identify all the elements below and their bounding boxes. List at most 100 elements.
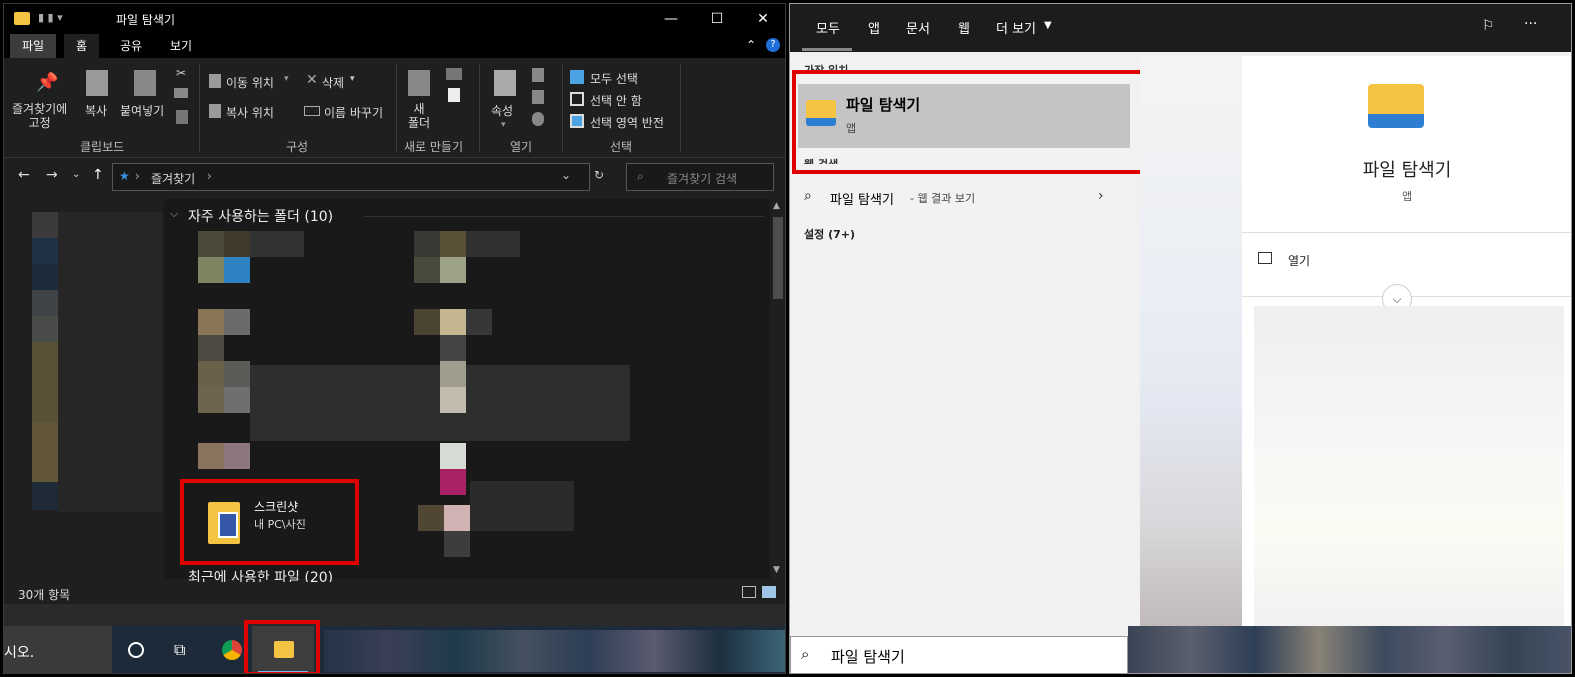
tab-home[interactable]: 홈 xyxy=(64,34,100,58)
taskbar-search-box[interactable]: 시오. xyxy=(4,626,112,673)
folder-thumbnail[interactable] xyxy=(198,231,224,257)
scroll-up-icon[interactable]: ▲ xyxy=(773,201,780,211)
folder-thumbnail[interactable] xyxy=(198,387,224,413)
chevron-up-icon[interactable]: ⌃ xyxy=(746,38,756,52)
web-search-result[interactable]: ⌕ 파일 탐색기 - 웹 결과 보기 › xyxy=(790,184,1138,212)
new-folder-button[interactable]: 새 폴더 xyxy=(408,102,430,130)
close-button[interactable]: ✕ xyxy=(740,4,785,34)
open-icon[interactable] xyxy=(532,68,544,82)
rename-button[interactable]: 이름 바꾸기 xyxy=(324,104,383,121)
folder-thumbnail[interactable] xyxy=(224,231,250,257)
tab-more[interactable]: 더 보기 xyxy=(996,18,1036,37)
folder-thumbnail[interactable] xyxy=(198,309,224,335)
folder-thumbnail[interactable] xyxy=(440,309,466,335)
folder-thumbnail[interactable] xyxy=(440,387,466,413)
more-options-icon[interactable]: ··· xyxy=(1524,16,1537,32)
scrollbar-thumb[interactable] xyxy=(773,217,783,299)
select-none-button[interactable]: 선택 안 함 xyxy=(590,92,642,109)
search-input[interactable]: ⌕ 즐겨찾기 검색 xyxy=(626,163,774,191)
paste-button[interactable]: 붙여넣기 xyxy=(120,102,164,119)
folder-thumbnail[interactable] xyxy=(440,335,466,361)
tab-file[interactable]: 파일 xyxy=(10,34,57,58)
tab-all[interactable]: 모두 xyxy=(816,18,840,37)
folder-thumbnail[interactable] xyxy=(224,443,250,469)
folder-thumbnail[interactable] xyxy=(250,231,304,257)
folder-thumbnail[interactable] xyxy=(224,387,250,413)
select-all-button[interactable]: 모두 선택 xyxy=(590,70,638,87)
copy-button[interactable]: 복사 xyxy=(85,102,107,119)
folder-thumbnail[interactable] xyxy=(224,257,250,283)
search-query[interactable]: 파일 탐색기 xyxy=(831,646,905,667)
nav-item[interactable] xyxy=(32,264,58,290)
quick-access-toolbar[interactable]: ▮ ▮ ▾ xyxy=(38,11,94,27)
pin-to-quick-access-button[interactable]: 즐겨찾기에 고정 xyxy=(12,102,67,130)
tab-apps[interactable]: 앱 xyxy=(868,18,880,37)
tab-share[interactable]: 공유 xyxy=(108,34,154,58)
folder-thumbnail[interactable] xyxy=(414,257,440,283)
cortana-icon[interactable] xyxy=(128,642,144,658)
nav-item[interactable] xyxy=(58,212,162,512)
refresh-icon[interactable]: ↻ xyxy=(594,168,604,182)
title-bar[interactable]: ▮ ▮ ▾ 파일 탐색기 — ☐ ✕ xyxy=(4,4,785,34)
details-view-icon[interactable] xyxy=(742,586,756,598)
chrome-icon[interactable] xyxy=(222,640,242,660)
feedback-icon[interactable]: ⚐ xyxy=(1482,18,1495,34)
content-pane[interactable]: ⌵ 자주 사용하는 폴더 (10) 스크린샷 내 PC\사진 최근에 사용한 파… xyxy=(164,199,785,586)
folder-thumbnail[interactable] xyxy=(444,505,470,531)
folder-thumbnail[interactable] xyxy=(414,309,440,335)
move-to-button[interactable]: 이동 위치 xyxy=(226,74,274,91)
chevron-down-icon[interactable]: ⌵ xyxy=(170,207,178,221)
nav-item[interactable] xyxy=(32,290,58,316)
recent-locations-icon[interactable]: ⌄ xyxy=(72,169,80,180)
folder-thumbnail[interactable] xyxy=(466,231,520,257)
folder-thumbnail[interactable] xyxy=(440,443,466,469)
task-view-icon[interactable]: ⧉ xyxy=(174,640,185,660)
folder-thumbnail[interactable] xyxy=(440,257,466,283)
large-icons-view-icon[interactable] xyxy=(762,586,776,598)
settings-header[interactable]: 설정 (7+) xyxy=(804,226,855,242)
taskbar-pinned-apps[interactable] xyxy=(324,630,785,672)
folder-thumbnail[interactable] xyxy=(418,505,444,531)
nav-item[interactable] xyxy=(32,316,58,342)
folder-thumbnail[interactable] xyxy=(440,469,466,495)
tab-documents[interactable]: 문서 xyxy=(906,18,930,37)
folder-thumbnail[interactable] xyxy=(198,443,224,469)
folder-thumbnail[interactable] xyxy=(414,231,440,257)
nav-item[interactable] xyxy=(32,482,58,510)
chevron-down-icon[interactable]: ⌄ xyxy=(561,168,571,182)
new-item-icon[interactable] xyxy=(446,68,462,80)
properties-button[interactable]: 속성 xyxy=(491,102,513,119)
nav-item[interactable] xyxy=(32,212,58,238)
copy-path-icon[interactable] xyxy=(174,88,188,98)
tab-view[interactable]: 보기 xyxy=(158,34,204,58)
folder-thumbnail[interactable] xyxy=(224,361,250,387)
section-header-frequent[interactable]: 자주 사용하는 폴더 (10) xyxy=(188,206,333,226)
search-box[interactable]: ⌕ 파일 탐색기 xyxy=(790,636,1128,673)
address-bar[interactable]: ★ › 즐겨찾기 › ⌄ xyxy=(112,163,590,191)
folder-thumbnail[interactable] xyxy=(198,257,224,283)
minimize-button[interactable]: — xyxy=(648,4,694,34)
folder-thumbnail[interactable] xyxy=(440,361,466,387)
tab-web[interactable]: 웹 xyxy=(958,18,970,37)
easy-access-icon[interactable] xyxy=(448,88,460,102)
copy-to-button[interactable]: 복사 위치 xyxy=(226,104,274,121)
navigation-pane[interactable] xyxy=(4,204,162,584)
delete-button[interactable]: 삭제 xyxy=(322,74,344,91)
folder-thumbnail[interactable] xyxy=(198,361,224,387)
forward-arrow-icon[interactable]: → xyxy=(46,167,58,183)
folder-thumbnail[interactable] xyxy=(198,335,224,361)
scrollbar[interactable]: ▲ ▼ xyxy=(770,199,785,579)
open-action[interactable]: 열기 xyxy=(1242,246,1571,276)
chevron-right-icon[interactable]: › xyxy=(1098,188,1104,204)
back-arrow-icon[interactable]: ← xyxy=(18,167,30,183)
taskbar-pinned-apps[interactable] xyxy=(1128,626,1571,673)
up-arrow-icon[interactable]: ↑ xyxy=(92,167,104,183)
paste-shortcut-icon[interactable] xyxy=(176,110,188,124)
help-icon[interactable]: ? xyxy=(766,38,780,52)
maximize-button[interactable]: ☐ xyxy=(694,4,740,34)
nav-item[interactable] xyxy=(32,342,58,422)
scroll-down-icon[interactable]: ▼ xyxy=(773,565,780,575)
chevron-down-icon[interactable]: ▼ xyxy=(1044,20,1052,31)
history-icon[interactable] xyxy=(532,112,544,126)
cut-icon[interactable]: ✂ xyxy=(176,66,186,80)
